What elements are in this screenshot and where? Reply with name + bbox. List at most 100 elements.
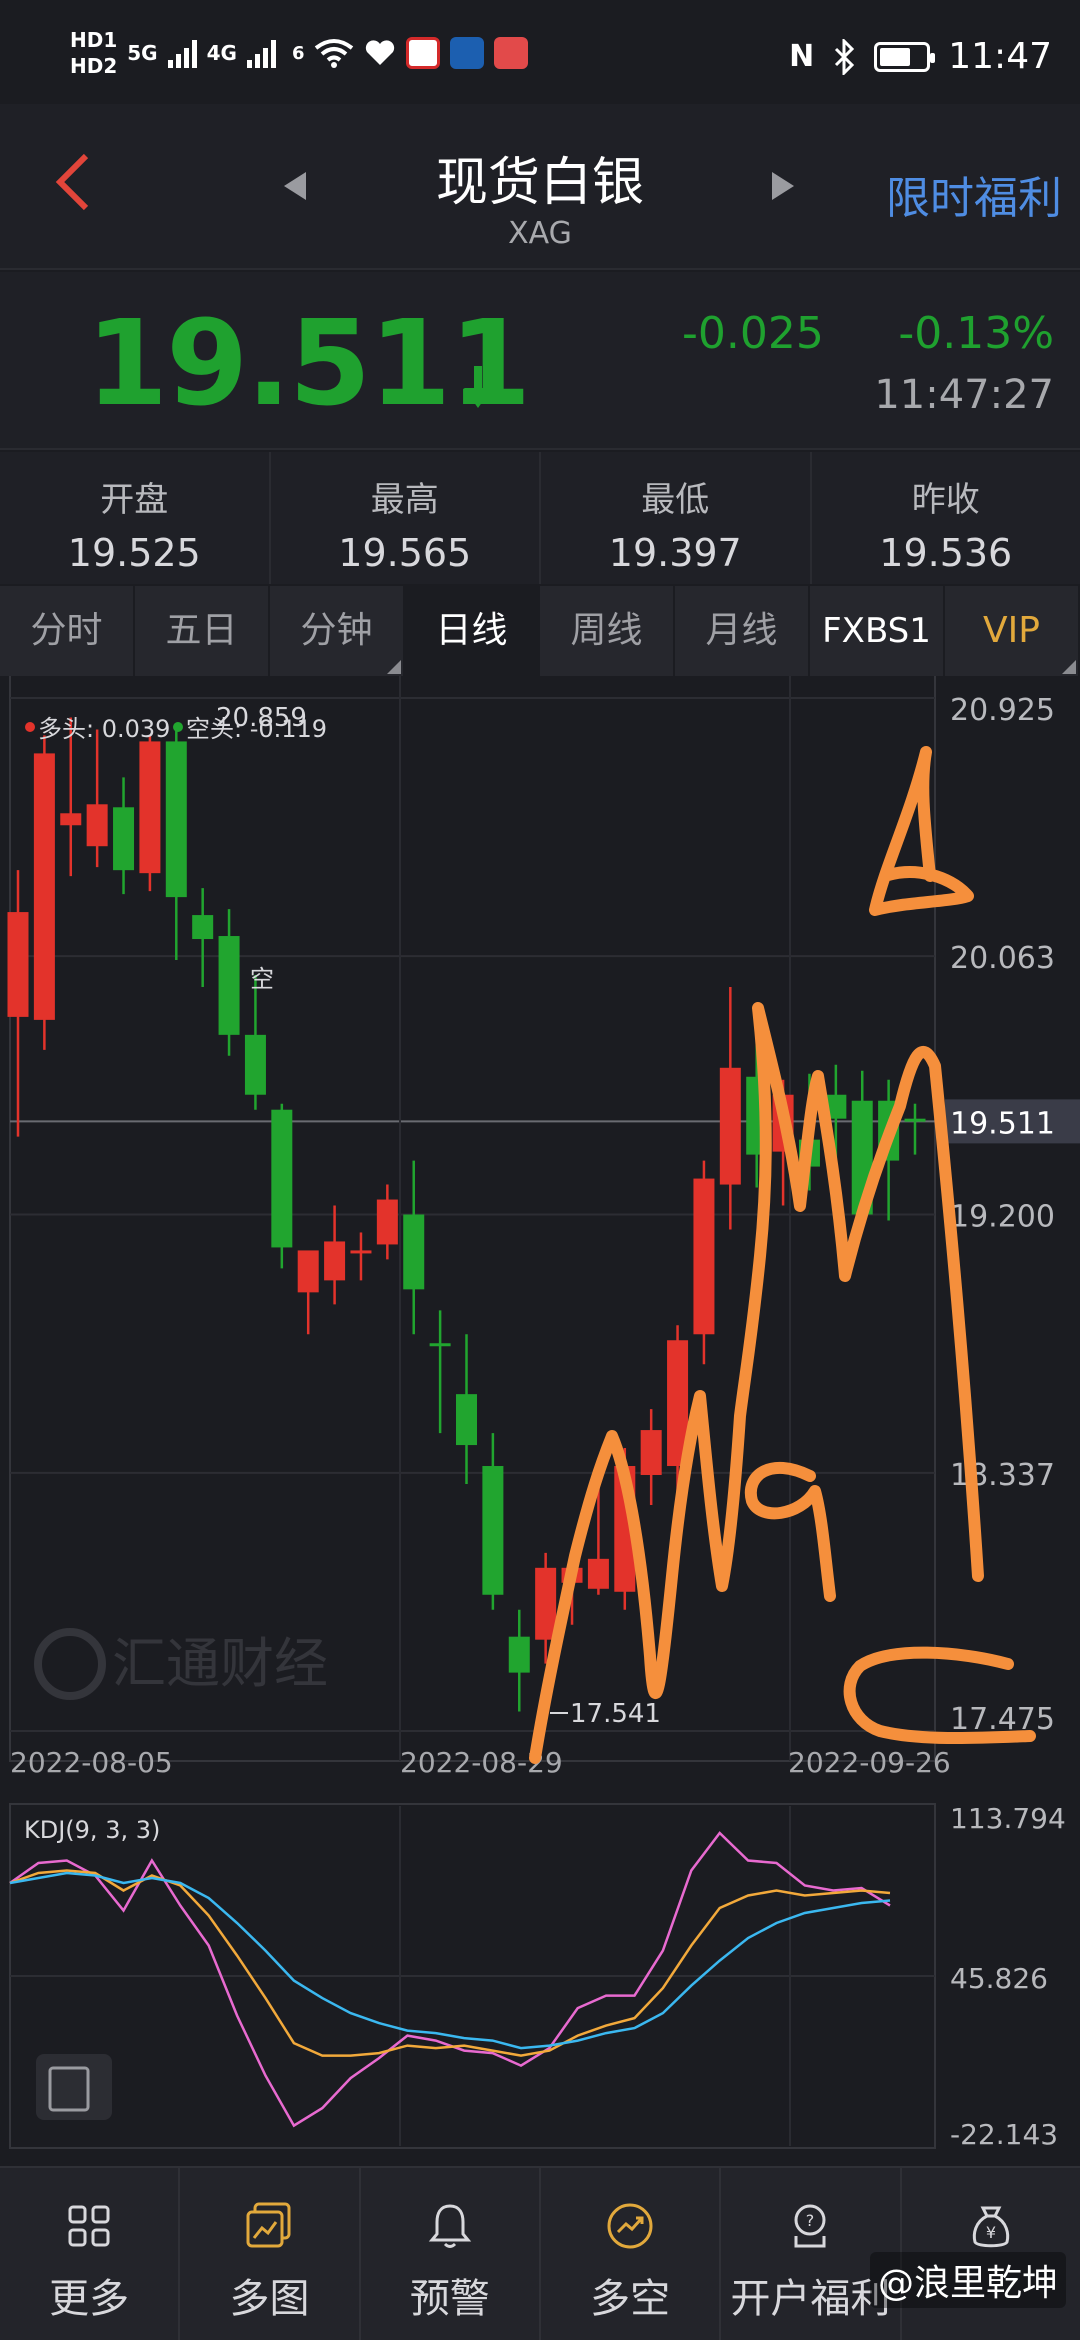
multi-chart-icon bbox=[180, 2198, 358, 2254]
candle-body bbox=[33, 753, 55, 1020]
stat-label: 开盘 bbox=[100, 480, 169, 520]
globe-app-icon bbox=[450, 37, 485, 69]
next-instrument-button[interactable] bbox=[768, 170, 798, 209]
tab-label: 日线 bbox=[435, 610, 508, 651]
x-axis-label: 2022-08-05 bbox=[10, 1746, 173, 1779]
handwritten-stroke-1 bbox=[869, 746, 974, 916]
candle-body bbox=[403, 1214, 425, 1290]
low-annotation: 17.541 bbox=[570, 1699, 661, 1729]
candle-body bbox=[218, 936, 240, 1035]
tab-label: 分时 bbox=[30, 610, 103, 651]
candle-body bbox=[244, 1034, 266, 1095]
money-bag-icon: ¥ bbox=[902, 2198, 1080, 2254]
stat-prev-close: 昨收 19.536 bbox=[812, 452, 1080, 584]
watermark-logo-icon bbox=[34, 1628, 106, 1700]
candle-body bbox=[7, 912, 29, 1017]
long-legend-label: 多头: 0.039 bbox=[38, 715, 170, 743]
kdj-title: KDJ(9, 3, 3) bbox=[24, 1816, 160, 1844]
dropdown-corner-icon bbox=[1062, 660, 1076, 674]
stat-value: 19.565 bbox=[338, 531, 472, 575]
price-change-pct: -0.13% bbox=[898, 308, 1054, 359]
signal-icon-2 bbox=[246, 38, 276, 68]
candle-body bbox=[587, 1558, 609, 1589]
signal-icon bbox=[167, 38, 197, 68]
nfc-icon: N bbox=[789, 39, 815, 74]
trend-icon bbox=[541, 2198, 719, 2254]
candle-body bbox=[139, 741, 161, 874]
nav-label: 多图 bbox=[229, 2276, 310, 2322]
kdj-series-line-1 bbox=[9, 1869, 891, 2057]
candle-body bbox=[904, 1118, 926, 1122]
candle-body bbox=[60, 813, 82, 826]
nav-long-short[interactable]: 多空 bbox=[541, 2168, 722, 2340]
stat-value: 19.536 bbox=[879, 531, 1013, 575]
candle-body bbox=[165, 741, 187, 898]
net1-label: 5G bbox=[127, 41, 158, 65]
long-legend-dot bbox=[25, 722, 35, 732]
kdj-series-line-0 bbox=[9, 1831, 891, 2128]
down-arrow-icon bbox=[462, 360, 494, 423]
tab-label: 月线 bbox=[705, 610, 778, 651]
nav-label: 多空 bbox=[590, 2276, 671, 2322]
tab-daily[interactable]: 日线 bbox=[405, 586, 540, 676]
y-axis-label: 20.063 bbox=[950, 941, 1055, 976]
net2-label: 4G bbox=[206, 41, 237, 65]
candle-body bbox=[640, 1430, 662, 1475]
stat-label: 最高 bbox=[370, 480, 439, 520]
candle-body bbox=[113, 807, 135, 871]
stats-row: 开盘 19.525 最高 19.565 最低 19.397 昨收 19.536 bbox=[0, 452, 1080, 584]
y-axis-label: 19.200 bbox=[950, 1200, 1055, 1235]
candle-body bbox=[350, 1250, 372, 1254]
tab-label: FXBS1 bbox=[822, 611, 931, 651]
hd2-indicator: HD2 bbox=[70, 54, 118, 78]
signal-mark: 空 bbox=[250, 965, 274, 993]
candle-body bbox=[456, 1394, 477, 1446]
stat-value: 19.397 bbox=[608, 531, 742, 575]
chart-watermark: 汇通财经 bbox=[112, 1632, 328, 1695]
candle-body bbox=[429, 1343, 451, 1347]
candle-body bbox=[297, 1250, 319, 1293]
chart-area[interactable]: 20.925 20.063 19.511 19.200 18.337 17.475 汇通财经… bbox=[0, 676, 1080, 2166]
y-axis-label: 20.925 bbox=[950, 693, 1055, 728]
status-time: 11:47 bbox=[948, 36, 1052, 77]
user-watermark: @浪里乾坤 bbox=[869, 2252, 1066, 2308]
candle-body bbox=[376, 1199, 398, 1245]
candle-body bbox=[192, 915, 214, 940]
price-change: -0.025 bbox=[682, 308, 824, 359]
nav-alert[interactable]: 预警 bbox=[361, 2168, 541, 2340]
candle-body bbox=[324, 1241, 346, 1281]
wifi-icon bbox=[315, 39, 354, 68]
triangle-right-icon bbox=[772, 172, 794, 200]
heart-icon bbox=[366, 40, 395, 65]
tab-fxbs1[interactable]: FXBS1 bbox=[810, 586, 945, 676]
bell-icon bbox=[361, 2198, 539, 2254]
tab-intraday[interactable]: 分时 bbox=[0, 586, 135, 676]
candle-body bbox=[719, 1067, 741, 1185]
grid-icon bbox=[0, 2198, 178, 2254]
candle-body bbox=[271, 1109, 293, 1248]
tab-label: 分钟 bbox=[300, 610, 373, 651]
tab-label: 五日 bbox=[165, 610, 238, 651]
net3-label: 6 bbox=[291, 42, 305, 64]
tab-vip[interactable]: VIP bbox=[945, 586, 1080, 676]
nav-multi-chart[interactable]: 多图 bbox=[180, 2168, 361, 2340]
tab-weekly[interactable]: 周线 bbox=[540, 586, 675, 676]
nav-more[interactable]: 更多 bbox=[0, 2168, 181, 2340]
kline-chart[interactable]: 20.92520.06319.51119.20018.33717.475汇通财经… bbox=[0, 676, 1080, 2166]
y-axis-label-current: 19.511 bbox=[950, 1106, 1055, 1141]
tab-five-day[interactable]: 五日 bbox=[135, 586, 270, 676]
candle-body bbox=[535, 1567, 557, 1640]
bluetooth-icon bbox=[835, 38, 855, 75]
tab-minute[interactable]: 分钟 bbox=[270, 586, 405, 676]
promo-link[interactable]: 限时福利 bbox=[886, 162, 1062, 226]
stat-high: 最高 19.565 bbox=[271, 452, 541, 584]
high-annotation: 20.859 bbox=[216, 703, 307, 733]
candle-body bbox=[86, 804, 108, 847]
kdj-y-axis-label: 45.826 bbox=[950, 1962, 1048, 1995]
nav-label: 预警 bbox=[409, 2276, 490, 2322]
x-axis-label: 2022-09-26 bbox=[788, 1746, 951, 1779]
tab-monthly[interactable]: 月线 bbox=[675, 586, 810, 676]
stat-open: 开盘 19.525 bbox=[0, 452, 271, 584]
svg-text:?: ? bbox=[806, 2211, 815, 2230]
kdj-series-line-2 bbox=[9, 1871, 891, 2050]
